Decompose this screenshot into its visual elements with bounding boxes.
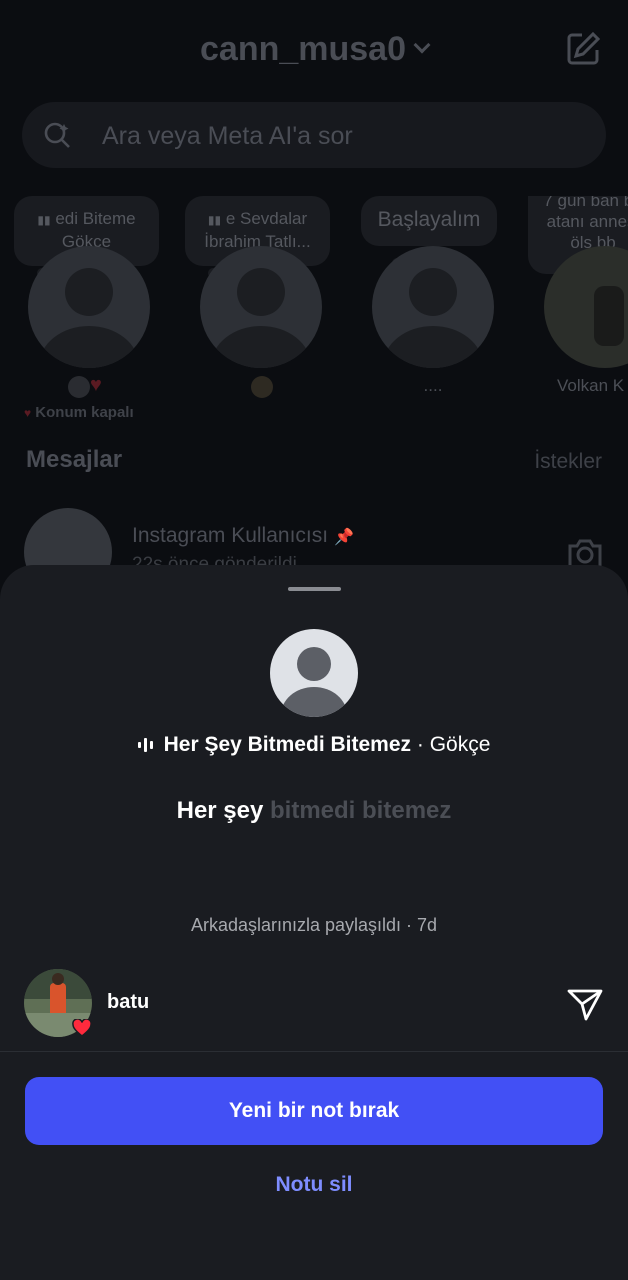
note-story[interactable]: 7 gün ban bb atanı annesi öls bb Volkan … xyxy=(528,196,628,426)
delete-note-button[interactable]: Notu sil xyxy=(0,1173,628,1197)
song-info[interactable]: Her Şey Bitmedi Bitemez · Gökçe xyxy=(0,733,628,757)
lyrics-line: Her şey bitmedi bitemez xyxy=(0,797,628,825)
note-story[interactable]: Başlayalım .... xyxy=(357,196,517,426)
story-caption: Volkan K xyxy=(557,376,625,395)
avatar xyxy=(200,246,322,368)
lyrics-upcoming: bitmedi bitemez xyxy=(270,797,452,824)
conversation-name: Instagram Kullanıcısı 📌 xyxy=(132,524,354,547)
search-ai-icon xyxy=(44,122,70,148)
drag-handle[interactable] xyxy=(288,587,341,591)
note-bubble: Başlayalım xyxy=(361,196,497,246)
chevron-down-icon xyxy=(413,36,431,54)
conversation-row[interactable]: Instagram Kullanıcısı 📌 22s önce gönderi… xyxy=(24,508,604,596)
compose-icon[interactable] xyxy=(564,30,602,68)
pin-icon: 📌 xyxy=(333,529,354,546)
note-bottom-sheet: Her Şey Bitmedi Bitemez · Gökçe Her şey … xyxy=(0,565,628,1280)
note-author-avatar xyxy=(270,629,358,717)
note-title: ▮▮ edi Biteme xyxy=(37,209,136,228)
like-row[interactable]: batu xyxy=(24,969,604,1037)
search-placeholder: Ara veya Meta AI'a sor xyxy=(102,122,353,150)
note-story[interactable]: ▮▮ e Sevdalar İbrahim Tatlı... xyxy=(185,196,345,426)
lyrics-current: Her şey xyxy=(176,797,264,824)
avatar xyxy=(28,246,150,368)
liker-mini-avatar xyxy=(68,376,90,398)
search-bar[interactable]: Ara veya Meta AI'a sor xyxy=(22,102,606,168)
new-note-button[interactable]: Yeni bir not bırak xyxy=(25,1077,603,1145)
heart-icon: ♥ xyxy=(90,374,102,396)
note-story[interactable]: ▮▮ edi Biteme Gökçe ♥ ♥ Konum kapalı xyxy=(14,196,174,426)
crown-emoji-icon xyxy=(251,376,273,398)
liker-name: batu xyxy=(107,991,150,1013)
avatar xyxy=(372,246,494,368)
song-artist: Gökçe xyxy=(429,733,491,756)
story-caption: .... xyxy=(423,376,443,395)
top-bar: cann_musa0 xyxy=(0,22,628,82)
shared-status: Arkadaşlarınızla paylaşıldı · 7d xyxy=(190,915,438,935)
note-title: ▮▮ e Sevdalar xyxy=(207,209,308,228)
separator: · xyxy=(411,733,430,756)
send-icon[interactable] xyxy=(566,985,604,1023)
audio-wave-icon xyxy=(137,738,153,752)
divider xyxy=(0,1051,628,1052)
messages-heading: Mesajlar xyxy=(26,446,123,473)
heart-icon xyxy=(72,1019,92,1037)
location-status: ♥ Konum kapalı xyxy=(24,404,134,421)
account-name: cann_musa0 xyxy=(200,30,406,68)
requests-link[interactable]: İstekler xyxy=(534,450,602,474)
account-switcher[interactable]: cann_musa0 xyxy=(0,30,628,69)
song-title: Her Şey Bitmedi Bitemez xyxy=(163,733,412,756)
